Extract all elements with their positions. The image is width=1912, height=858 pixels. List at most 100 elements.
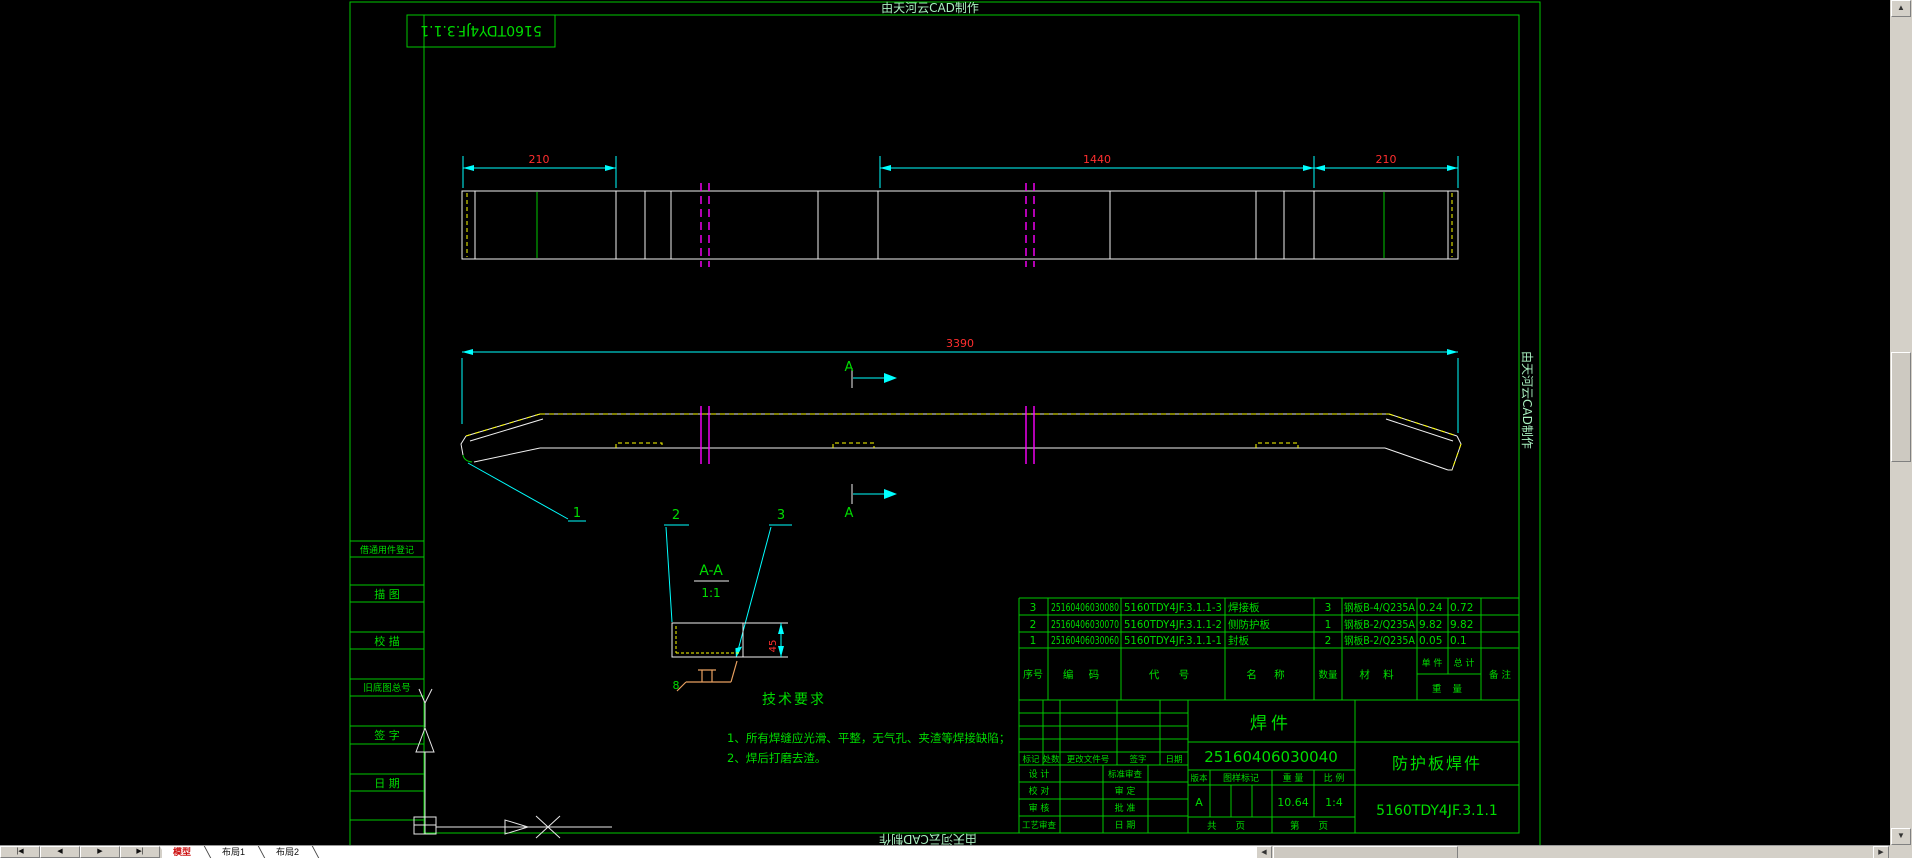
dim-210-left: 210 [529,153,550,166]
left-strip-label: 旧底图总号 [363,682,411,694]
tab-layout2-label: 布局2 [276,847,300,857]
pages-total: 共 页 [1207,821,1253,832]
bend-break-lines [700,183,1035,267]
page-number: 第 页 [1290,820,1336,832]
bom-cell: 侧防护板 [1228,618,1270,631]
part-drawing-number: 5160TDY4JF.3.1.1 [1376,803,1498,819]
cad-application-window: 5160TDY4JF.3.1.1 借通用件登记 描 图 校 描 旧底图总号 签 … [0,0,1912,858]
bom-cell: 2 [1030,619,1037,631]
last-tab-button[interactable]: ▶| [120,846,160,858]
bom-cell: 5160TDY4JF.3.1.1-1 [1124,635,1222,647]
layout-tab-bar: |◀ ◀ ▶ ▶| 模型 布局1 布局2 ◀ ▶ [0,845,1912,858]
dim-45: 45 [768,640,779,653]
balloon-number: 3 [777,508,785,523]
part-name: 防护板焊件 [1392,754,1482,773]
bom-cell: 0.72 [1450,602,1473,614]
product-type: 焊件 [1250,714,1292,734]
tab-layout1[interactable]: 布局1 [208,846,266,858]
change-header: 标记 [1022,754,1040,765]
bom-cell: 0.24 [1419,602,1443,614]
change-header: 日期 [1165,755,1182,765]
meta-header: 比 例 [1324,772,1345,784]
horizontal-scroll-thumb[interactable] [1273,846,1458,858]
scroll-up-button[interactable]: ▲ [1891,0,1911,17]
scale-value: 1:4 [1325,796,1343,809]
horizontal-scrollbar[interactable]: ◀ ▶ [1256,846,1890,858]
scroll-down-button[interactable]: ▼ [1891,828,1911,845]
left-strip-label: 借通用件登记 [360,544,414,556]
section-arrow-bottom: A [845,484,897,521]
next-tab-button[interactable]: ▶ [80,846,120,858]
sign-label: 批 准 [1115,802,1136,814]
ucs-and-artifacts [413,688,612,839]
scroll-right-button[interactable]: ▶ [1873,846,1889,858]
view-flat-pattern: 210 1440 210 [461,153,1459,267]
drawing-code: 25160406030040 [1204,748,1338,766]
bom-header: 材 料 [1359,668,1398,681]
bom-header: 名 称 [1246,668,1291,681]
scrollbar-corner [1890,845,1912,858]
bom-cell: 9.82 [1419,619,1442,631]
watermark-right: 由天河云CAD制作 [1520,351,1534,449]
bom-header: 代 号 [1149,669,1197,681]
sign-label: 标准审查 [1108,769,1143,780]
weld-symbol: 8 [673,660,738,692]
bom-header: 重 量 [1432,683,1466,695]
bom-cell: 25160406030070 [1051,619,1119,631]
balloon-number: 2 [672,508,680,523]
bom-cell: 5160TDY4JF.3.1.1-2 [1124,619,1222,631]
weight-value: 10.64 [1277,796,1309,809]
drawing-canvas[interactable]: 5160TDY4JF.3.1.1 借通用件登记 描 图 校 描 旧底图总号 签 … [0,0,1890,845]
bom-cell: 9.82 [1450,619,1473,631]
bom-cell: 钢板B-4/Q235A [1344,601,1416,614]
bom-cell: 0.1 [1450,635,1467,647]
technical-requirements: 技术要求 1、所有焊缝应光滑、平整，无气孔、夹渣等焊接缺陷； 2、焊后打磨去渣。 [727,692,1010,765]
dim-1440: 1440 [1083,153,1111,166]
bom-header: 编 码 [1063,668,1105,681]
bom-cell: 1 [1030,635,1037,647]
weld-size: 8 [673,679,680,692]
sign-label: 日 期 [1115,820,1136,831]
bom-cell: 2 [1325,635,1332,647]
bom-cell: 3 [1030,602,1037,614]
left-strip-label: 签 字 [374,728,400,742]
dim-210-right: 210 [1376,153,1397,166]
prev-tab-button[interactable]: ◀ [40,846,80,858]
tab-layout2[interactable]: 布局2 [262,846,320,858]
tab-model[interactable]: 模型 [159,846,212,858]
balloon-2: 2 [664,508,689,623]
tab-layout1-label: 布局1 [222,847,246,857]
bom-table: 3 25160406030080 5160TDY4JF.3.1.1-3 焊接板 … [1018,597,1520,701]
break-lines [700,406,1035,464]
scroll-left-button[interactable]: ◀ [1256,846,1272,858]
left-strip-label: 校 描 [374,634,400,648]
section-title: A-A [699,563,723,579]
vertical-scrollbar[interactable]: ▲ ▼ [1890,0,1912,845]
change-header: 签字 [1129,754,1146,765]
tab-model-label: 模型 [173,847,192,857]
bom-cell: 焊接板 [1228,601,1260,614]
first-tab-button[interactable]: |◀ [0,846,40,858]
section-mark-label: A [845,360,854,375]
tech-req-line: 2、焊后打磨去渣。 [727,751,826,765]
bom-header: 单 件 [1422,657,1443,669]
bom-cell: 25160406030060 [1051,635,1119,647]
bom-cell: 0.05 [1419,635,1442,647]
watermark-bottom: 由天河云CAD制作 [879,832,977,845]
meta-header: 重 量 [1283,772,1304,784]
left-strip-label: 日 期 [374,777,400,790]
weld-marks [615,442,1299,448]
dim-3390: 3390 [946,337,974,350]
bom-cell: 25160406030080 [1051,602,1119,614]
vertical-scroll-thumb[interactable] [1891,352,1911,462]
view-front: 3390 A A 1 [460,337,1462,522]
corner-fillet [462,454,473,463]
change-header: 处数 [1042,754,1060,765]
section-mark-label: A [845,506,854,521]
balloon-3: 3 [735,508,792,658]
bom-header: 序号 [1023,668,1043,681]
frame-label: 5160TDY4JF.3.1.1 [420,22,542,38]
tech-req-title: 技术要求 [762,692,826,708]
bom-header: 数量 [1318,669,1338,681]
bom-cell: 1 [1325,619,1332,631]
